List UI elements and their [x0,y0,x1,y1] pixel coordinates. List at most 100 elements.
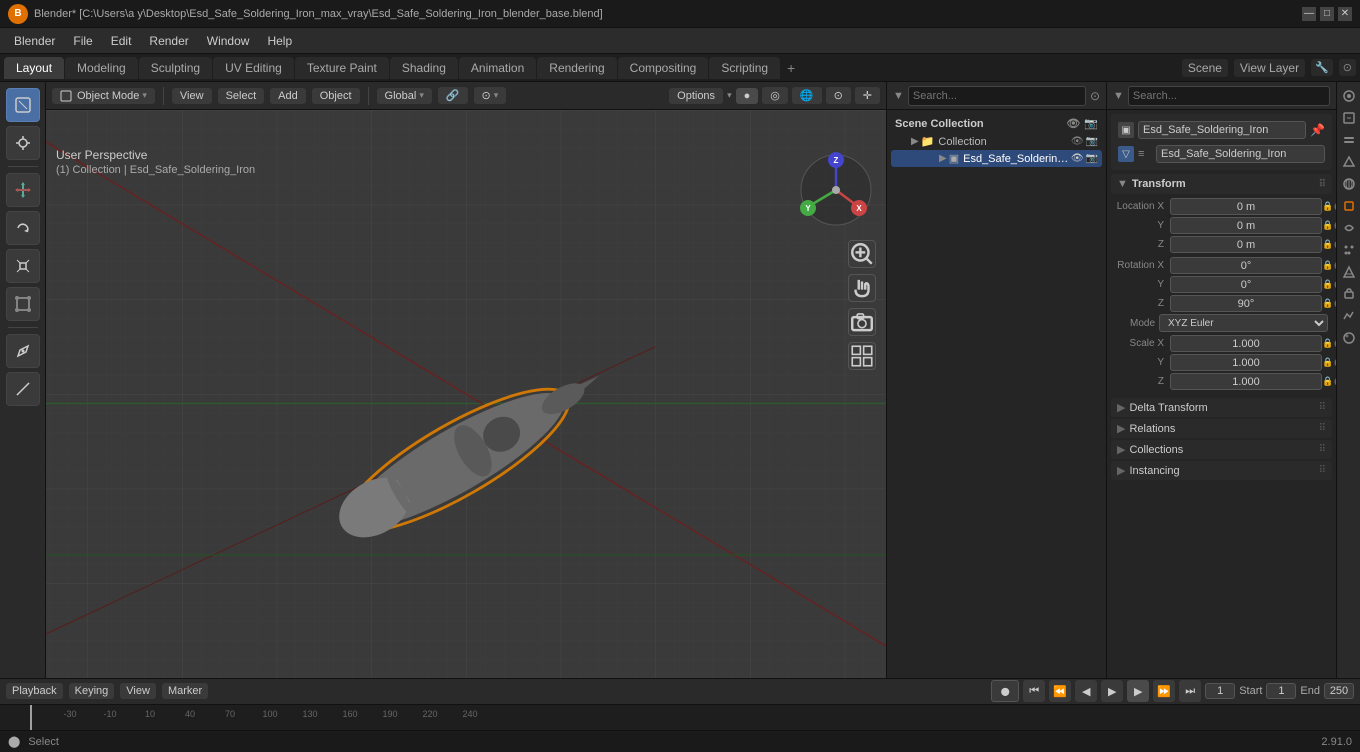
rotation-x-field[interactable] [1170,257,1322,274]
step-forward-frame-button[interactable]: ▶ [1127,680,1149,702]
scale-y-field[interactable] [1170,354,1322,371]
object-menu[interactable]: Object [312,88,360,104]
rotate-tool-button[interactable] [6,211,40,245]
annotate-tool-button[interactable] [6,334,40,368]
step-back-button[interactable]: ⏪ [1049,680,1071,702]
view-menu-timeline[interactable]: View [120,683,156,699]
object-name-field[interactable] [1138,121,1306,139]
viewport-overlay-icon[interactable]: ⊙ [1339,59,1356,76]
delta-transform-section[interactable]: ▶ Delta Transform ⠿ [1111,398,1332,417]
scale-tool-button[interactable] [6,249,40,283]
material-props-icon[interactable] [1339,328,1359,348]
location-z-field[interactable] [1170,236,1322,253]
tab-compositing[interactable]: Compositing [618,57,709,79]
grid-button[interactable] [848,342,876,370]
instancing-section[interactable]: ▶ Instancing ⠿ [1111,461,1332,480]
menu-help[interactable]: Help [259,32,300,50]
location-x-field[interactable] [1170,198,1322,215]
location-z-lock[interactable]: 🔒 [1322,239,1334,250]
select-menu[interactable]: Select [218,88,265,104]
viewport-gizmo-toggle[interactable]: ✛ [855,87,880,104]
tab-scripting[interactable]: Scripting [709,57,780,79]
menu-window[interactable]: Window [199,32,258,50]
render-props-icon[interactable] [1339,86,1359,106]
location-y-field[interactable] [1170,217,1322,234]
tab-sculpting[interactable]: Sculpting [139,57,212,79]
output-props-icon[interactable] [1339,108,1359,128]
scale-y-lock[interactable]: 🔒 [1322,357,1334,368]
menu-file[interactable]: File [65,32,100,50]
tab-animation[interactable]: Animation [459,57,536,79]
move-tool-button[interactable] [6,173,40,207]
transform-section-header[interactable]: ▼ Transform ⠿ [1111,174,1332,194]
tab-texture-paint[interactable]: Texture Paint [295,57,389,79]
view-layer-props-icon[interactable] [1339,130,1359,150]
object-props-icon[interactable] [1339,196,1359,216]
tab-shading[interactable]: Shading [390,57,458,79]
properties-search[interactable] [1128,86,1330,106]
nav-gizmo[interactable]: Z X Y [796,150,876,230]
modifier-props-icon[interactable] [1339,218,1359,238]
outliner-filter-icon[interactable]: ⊙ [1090,89,1100,103]
close-button[interactable]: ✕ [1338,7,1352,21]
esd-object-tree-item[interactable]: ▶ ▣ Esd_Safe_Soldering_I 👁 📷 [891,150,1102,167]
cursor-tool-button[interactable] [6,126,40,160]
zoom-in-button[interactable] [848,240,876,268]
measure-tool-button[interactable] [6,372,40,406]
outliner-search[interactable] [908,86,1086,106]
rotation-x-lock[interactable]: 🔒 [1322,260,1334,271]
tab-modeling[interactable]: Modeling [65,57,138,79]
data-props-icon[interactable] [1339,306,1359,326]
rotation-y-field[interactable] [1170,276,1322,293]
filter-icon[interactable]: ▼ [893,90,904,102]
scene-visible-icon[interactable]: 👁 [1066,117,1080,130]
physics-props-icon[interactable] [1339,262,1359,282]
viewport-shading-material[interactable]: ◎ [762,87,788,104]
tab-layout[interactable]: Layout [4,57,64,79]
rotation-z-field[interactable] [1170,295,1322,312]
properties-filter-icon[interactable]: ▼ [1113,90,1124,102]
view-layer-label[interactable]: View Layer [1234,59,1305,77]
proportional-edit[interactable]: ⊙ ▾ [474,87,507,104]
transform-orientation[interactable]: Global ▾ [377,88,432,104]
particles-props-icon[interactable] [1339,240,1359,260]
jump-start-button[interactable]: ⏮ [1023,680,1045,702]
scale-z-lock[interactable]: 🔒 [1322,376,1334,387]
grab-button[interactable] [848,274,876,302]
view-menu[interactable]: View [172,88,212,104]
tab-rendering[interactable]: Rendering [537,57,616,79]
scale-x-field[interactable] [1170,335,1322,352]
minimize-button[interactable]: — [1302,7,1316,21]
viewport-overlay-toggle[interactable]: ⊙ [826,87,851,104]
viewport[interactable]: Object Mode ▾ View Select Add Object Glo… [46,82,886,678]
esd-render[interactable]: 📷 [1086,153,1098,164]
current-frame-field[interactable]: 1 [1205,683,1235,699]
scene-props-icon[interactable] [1339,152,1359,172]
options-menu[interactable]: Options [669,88,723,104]
esd-visible[interactable]: 👁 [1071,153,1084,164]
end-frame-field[interactable]: 250 [1324,683,1354,699]
step-back-frame-button[interactable]: ◀ [1075,680,1097,702]
menu-edit[interactable]: Edit [103,32,140,50]
menu-render[interactable]: Render [141,32,196,50]
viewport-shading-rendered[interactable]: 🌐 [792,87,822,104]
render-settings-icon[interactable]: 🔧 [1311,59,1333,76]
world-props-icon[interactable] [1339,174,1359,194]
collections-section[interactable]: ▶ Collections ⠿ [1111,440,1332,459]
viewport-shading-solid[interactable]: ● [736,88,759,104]
relations-section[interactable]: ▶ Relations ⠿ [1111,419,1332,438]
timeline-strip[interactable]: -30 -10 10 40 70 100 130 160 190 220 240 [0,705,1360,730]
location-x-lock[interactable]: 🔒 [1322,201,1334,212]
menu-blender[interactable]: Blender [6,32,63,50]
tab-uv-editing[interactable]: UV Editing [213,57,294,79]
collection-render[interactable]: 📷 [1086,136,1098,147]
step-forward-button[interactable]: ⏩ [1153,680,1175,702]
snap-toggle[interactable]: 🔗 [438,87,468,104]
marker-menu[interactable]: Marker [162,683,208,699]
camera-button[interactable] [848,308,876,336]
constraints-props-icon[interactable] [1339,284,1359,304]
collection-tree-item[interactable]: ▶ 📁 Collection 👁 📷 [891,133,1102,150]
data-name-field[interactable] [1156,145,1325,163]
maximize-button[interactable]: □ [1320,7,1334,21]
rotation-mode-select[interactable]: XYZ Euler [1159,314,1328,332]
